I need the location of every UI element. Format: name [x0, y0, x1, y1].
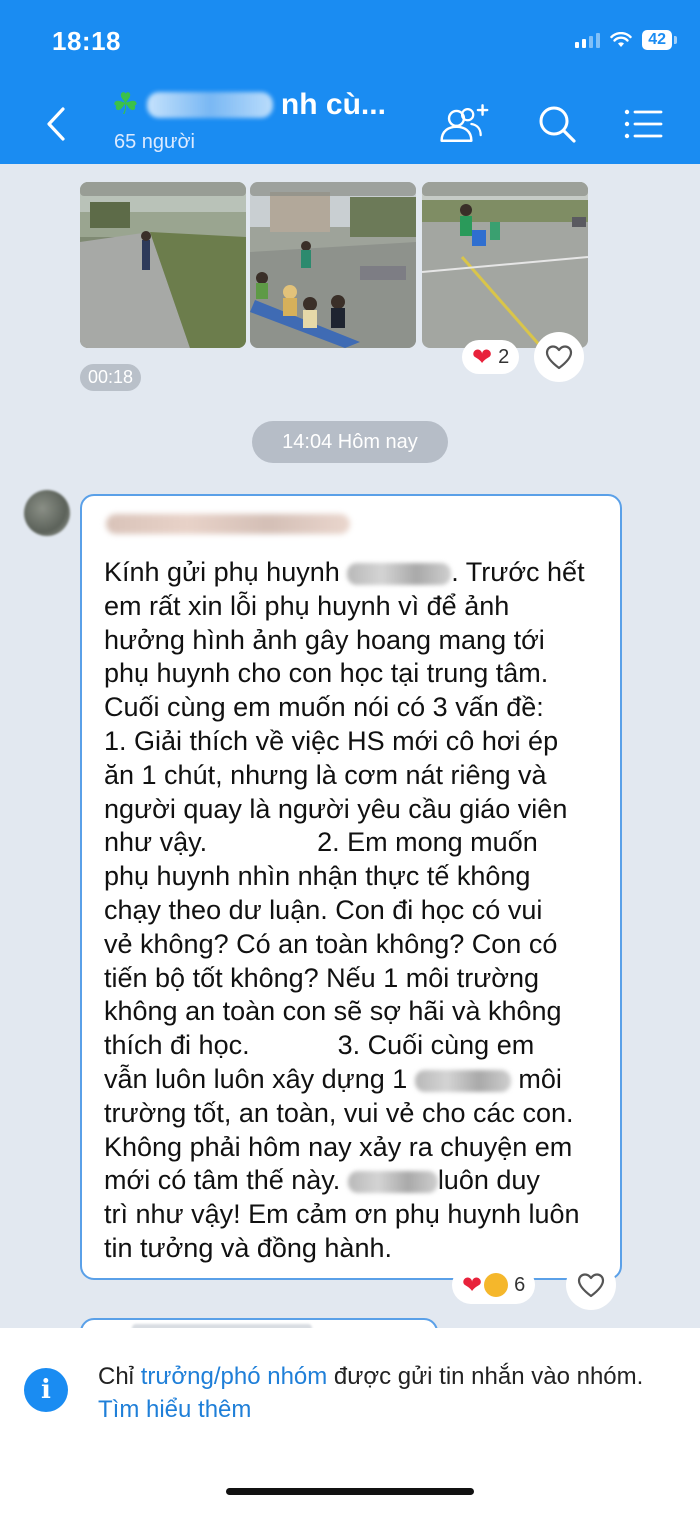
menu-icon: [624, 109, 663, 139]
redacted-text: [347, 562, 452, 585]
message-line: hưởng hình ảnh gây hoang mang tới: [104, 624, 545, 655]
message-line: ăn 1 chút, nhưng là cơm nát riêng và: [104, 759, 547, 790]
react-button[interactable]: [534, 332, 584, 382]
back-icon: [47, 107, 65, 141]
message-line: trường tốt, an toàn, vui vẻ cho các con.: [104, 1097, 574, 1128]
heart-outline-icon: [545, 345, 573, 370]
red-heart-icon: ❤: [472, 343, 493, 371]
reaction-summary[interactable]: ❤ 2: [462, 340, 520, 374]
chat-area[interactable]: 00:18 ❤ 2 14:04 Hôm nay Kính gửi phụ huy…: [0, 164, 700, 1328]
message-line: phụ huynh cho con học tại trung tâm.: [104, 658, 549, 689]
send-restriction-notice: i Chỉ trưởng/phó nhóm được gửi tin nhắn …: [0, 1328, 700, 1514]
reaction-summary[interactable]: ❤ 6: [452, 1266, 536, 1304]
member-count: 65 người: [114, 131, 195, 153]
home-indicator[interactable]: [226, 1488, 474, 1495]
search-icon: [539, 106, 576, 143]
message-line: Không phải hôm nay xảy ra chuyện em: [104, 1131, 573, 1162]
message-line: không an toàn con sẽ sợ hãi và không: [104, 996, 562, 1027]
shared-photo[interactable]: [250, 182, 416, 348]
red-heart-icon: ❤: [462, 1271, 483, 1299]
wifi-icon: [610, 32, 632, 47]
video-duration: 00:18: [80, 364, 142, 391]
learn-more-link[interactable]: Tìm hiểu thêm: [98, 1396, 251, 1423]
message-line: Kính gửi phụ huynh . Trước hết: [104, 557, 585, 587]
redacted-text: [347, 1171, 438, 1194]
message-line: tiến bộ tốt không? Nếu 1 môi trường: [104, 962, 540, 993]
message-line: em rất xin lỗi phụ huynh vì để ảnh: [104, 590, 510, 621]
reaction-count: 2: [498, 345, 510, 368]
clover-icon: ☘: [112, 88, 139, 121]
heart-outline-icon: [577, 1273, 605, 1298]
chat-header: 18:18 42 ☘ nh cù... 65 người: [0, 0, 700, 164]
redacted-group-name: [146, 92, 273, 118]
redacted-text: [414, 1069, 511, 1092]
reaction-count: 6: [514, 1273, 526, 1296]
group-title: nh cù...: [280, 88, 386, 121]
message-line: vẻ không? Có an toàn không? Con có: [104, 928, 558, 959]
message-text: Kính gửi phụ huynh . Trước hết em rất xi…: [104, 556, 604, 1266]
message-line: người quay là người yêu cầu giáo viên: [104, 793, 568, 824]
back-button[interactable]: [36, 100, 76, 148]
add-member-button[interactable]: [436, 98, 490, 150]
laugh-emoji-icon: [484, 1273, 509, 1297]
roles-link[interactable]: trưởng/phó nhóm: [141, 1363, 328, 1390]
message-bubble[interactable]: Kính gửi phụ huynh . Trước hết em rất xi…: [80, 494, 622, 1280]
status-time: 18:18: [52, 26, 121, 56]
message-line: 1. Giải thích về việc HS mới cô hơi ép: [104, 725, 559, 756]
notice-text: Chỉ trưởng/phó nhóm được gửi tin nhắn và…: [98, 1363, 644, 1423]
message-line: vẫn luôn luôn xây dựng 1 môi: [104, 1063, 562, 1094]
message-line: mới có tâm thế này. luôn duy: [104, 1165, 540, 1196]
message-line: chạy theo dư luận. Con đi học có vui: [104, 894, 543, 925]
message-line: phụ huynh nhìn nhận thực tế không: [104, 861, 531, 892]
date-separator: 14:04 Hôm nay: [252, 421, 448, 463]
message-line: tin tưởng và đồng hành.: [104, 1232, 392, 1263]
battery-icon: 42: [642, 30, 677, 50]
shared-photo[interactable]: [80, 182, 246, 348]
sender-avatar[interactable]: [24, 490, 70, 536]
react-button[interactable]: [566, 1260, 616, 1310]
status-icons: 42: [575, 30, 677, 50]
message-line: trì như vậy! Em cảm ơn phụ huynh luôn: [104, 1199, 580, 1230]
message-line: Cuối cùng em muốn nói có 3 vấn đề:: [104, 692, 544, 723]
next-message-bubble[interactable]: [80, 1318, 438, 1328]
menu-button[interactable]: [616, 98, 670, 150]
info-icon: i: [24, 1368, 68, 1412]
message-line: như vậy. 2. Em mong muốn: [104, 827, 538, 858]
group-title-row[interactable]: ☘ nh cù...: [112, 88, 386, 122]
signal-icon: [575, 32, 601, 48]
redacted-sender-name: [106, 514, 350, 534]
add-member-icon: [440, 104, 489, 142]
search-button[interactable]: [530, 98, 584, 150]
message-line: thích đi học. 3. Cuối cùng em: [104, 1030, 535, 1061]
shared-photo[interactable]: [422, 182, 588, 348]
